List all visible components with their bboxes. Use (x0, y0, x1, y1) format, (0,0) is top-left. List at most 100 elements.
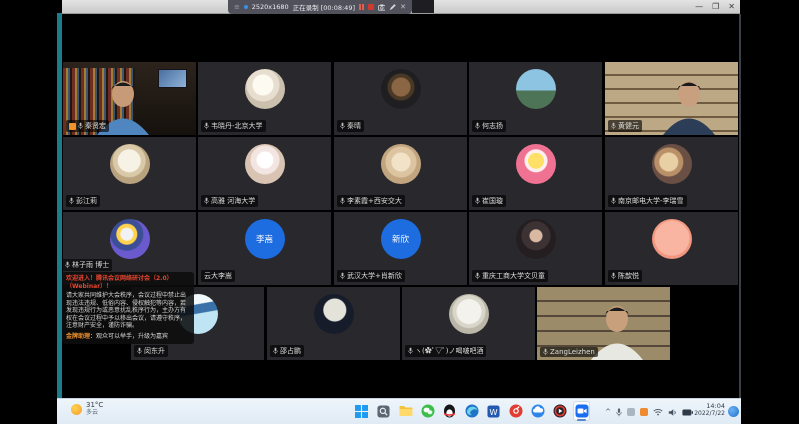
microphone-icon (408, 347, 413, 355)
clock-time: 14:04 (694, 402, 725, 410)
wifi-icon[interactable] (653, 408, 663, 416)
microphone-icon (78, 122, 83, 130)
popup-body: 请大家共同维护大会秩序，会议过程中禁止出现违法违规、低俗内容、侵权触犯等内容，若… (66, 292, 190, 330)
volume-icon[interactable] (668, 408, 677, 417)
netdisk-app-icon[interactable] (529, 401, 546, 421)
microphone-icon (340, 122, 345, 130)
search-icon[interactable] (375, 401, 392, 421)
photo-avatar (381, 69, 421, 109)
participant-tile[interactable]: 崔国璇 (469, 137, 602, 210)
participant-name-label: 黄健元 (608, 120, 642, 132)
photo-avatar (245, 144, 285, 184)
media-player-icon[interactable] (551, 401, 568, 421)
battery-icon[interactable] (682, 409, 693, 416)
weather-sun-icon (71, 404, 82, 415)
photo-avatar (110, 144, 150, 184)
participant-tile[interactable]: 黄健元 (605, 62, 738, 135)
recorder-collapse-tab[interactable] (412, 0, 434, 13)
microphone-icon (137, 347, 142, 355)
photo-avatar (110, 219, 150, 259)
microphone-icon (543, 348, 548, 356)
recorder-status: 正在录制 [00:08:49] (293, 2, 355, 12)
photo-avatar (516, 219, 556, 259)
participant-tile[interactable]: 高雅 河海大学 (198, 137, 331, 210)
photo-avatar (516, 69, 556, 109)
photo-avatar (449, 294, 489, 334)
microphone-icon (611, 197, 616, 205)
weather-condition: 多云 (86, 410, 103, 417)
recorder-resolution: 2520x1680 (252, 3, 289, 11)
orange-app-tray-icon[interactable] (640, 408, 648, 416)
taskbar-weather[interactable]: 31°C 多云 (71, 402, 103, 416)
gray-app-tray-icon[interactable] (627, 408, 635, 416)
participant-name-label: 重庆工商大学文贝童 (472, 270, 548, 282)
microphone-icon (204, 122, 209, 130)
file-explorer-icon[interactable] (397, 401, 414, 421)
participant-name-label: 高雅 河海大学 (201, 195, 258, 207)
host-badge-icon (69, 123, 76, 130)
microphone-icon (273, 347, 278, 355)
start-icon[interactable] (353, 401, 370, 421)
screen-recorder-toolbar: ≡ 2520x1680 正在录制 [00:08:49] ✕ (228, 0, 412, 14)
participant-name-label: ヽ(✿ﾟ▽ﾟ)ノ喝啵吧酒 (405, 345, 486, 357)
pen-icon[interactable] (389, 4, 396, 11)
qq-icon[interactable] (441, 401, 458, 421)
assistant-label: 金牌助理： (66, 333, 96, 340)
pause-icon[interactable] (359, 4, 364, 10)
close-icon[interactable]: ✕ (400, 4, 406, 11)
word-icon[interactable]: W (485, 401, 502, 421)
popup-participant-label: 林子雨 博士 (62, 259, 112, 271)
participant-tile[interactable]: 秦晴 (334, 62, 467, 135)
chevron-up-icon[interactable]: ^ (605, 408, 611, 416)
music-app-icon[interactable] (507, 401, 524, 421)
notification-icon[interactable] (728, 406, 739, 417)
participant-name-label: 韦晓丹-北京大学 (201, 120, 266, 132)
participant-tile[interactable]: 重庆工商大学文贝童 (469, 212, 602, 285)
participant-name-label: 陈歆悦 (608, 270, 642, 282)
microphone-icon (340, 272, 345, 280)
text-avatar: 新欣 (381, 219, 421, 259)
participant-tile[interactable]: ZangLeizhen (537, 287, 670, 360)
taskbar-clock[interactable]: 14:04 2022/7/22 (694, 402, 725, 418)
participant-name-label: 李素霞+西安交大 (337, 195, 405, 207)
participant-tile[interactable]: 陈歆悦 (605, 212, 738, 285)
participant-tile[interactable]: 邵占鹏 (267, 287, 400, 360)
participant-name-label: 云大李嵩 (201, 270, 235, 282)
camera-icon[interactable] (378, 4, 386, 11)
participant-tile[interactable]: 南京邮电大学-李瑞雪 (605, 137, 738, 210)
participant-tile[interactable]: 李素霞+西安交大 (334, 137, 467, 210)
participant-tile[interactable]: 何志扬 (469, 62, 602, 135)
popup-assistant-line: 金牌助理：观众可以举手，升级为嘉宾 (66, 333, 190, 341)
microphone-icon[interactable] (616, 408, 622, 417)
participant-tile[interactable]: 彭江莉 (63, 137, 196, 210)
stop-icon[interactable] (368, 4, 374, 10)
system-tray: ^ (605, 399, 693, 424)
participant-name-label: 闵东升 (134, 345, 168, 357)
clock-date: 2022/7/22 (694, 410, 725, 418)
record-indicator-icon (244, 5, 248, 9)
participant-name-label: 南京邮电大学-李瑞雪 (608, 195, 687, 207)
participant-name-label: ZangLeizhen (540, 347, 598, 357)
text-avatar: 李嵩 (245, 219, 285, 259)
tencent-meeting-icon[interactable] (573, 401, 590, 421)
grip-icon[interactable]: ≡ (234, 4, 240, 11)
participant-name-label: 武汉大学+肖新欣 (337, 270, 405, 282)
microphone-icon (475, 272, 480, 280)
microphone-icon (340, 197, 345, 205)
participant-tile[interactable]: 新欣武汉大学+肖新欣 (334, 212, 467, 285)
photo-avatar (516, 144, 556, 184)
microphone-icon (611, 272, 616, 280)
participant-name-label: 秦晴 (337, 120, 364, 132)
participant-tile[interactable]: 李嵩云大李嵩 (198, 212, 331, 285)
participant-name-label: 何志扬 (472, 120, 506, 132)
microphone-icon (475, 122, 480, 130)
wechat-icon[interactable] (419, 401, 436, 421)
participant-name-label: 邵占鹏 (270, 345, 304, 357)
taskbar: 31°C 多云 W ^ 14:04 2022/7/22 (57, 398, 741, 424)
photo-avatar (314, 294, 354, 334)
participant-tile[interactable]: 秦贤宏 (63, 62, 196, 135)
participant-name-label: 崔国璇 (472, 195, 506, 207)
participant-tile[interactable]: ヽ(✿ﾟ▽ﾟ)ノ喝啵吧酒 (402, 287, 535, 360)
participant-tile[interactable]: 韦晓丹-北京大学 (198, 62, 331, 135)
edge-icon[interactable] (463, 401, 480, 421)
